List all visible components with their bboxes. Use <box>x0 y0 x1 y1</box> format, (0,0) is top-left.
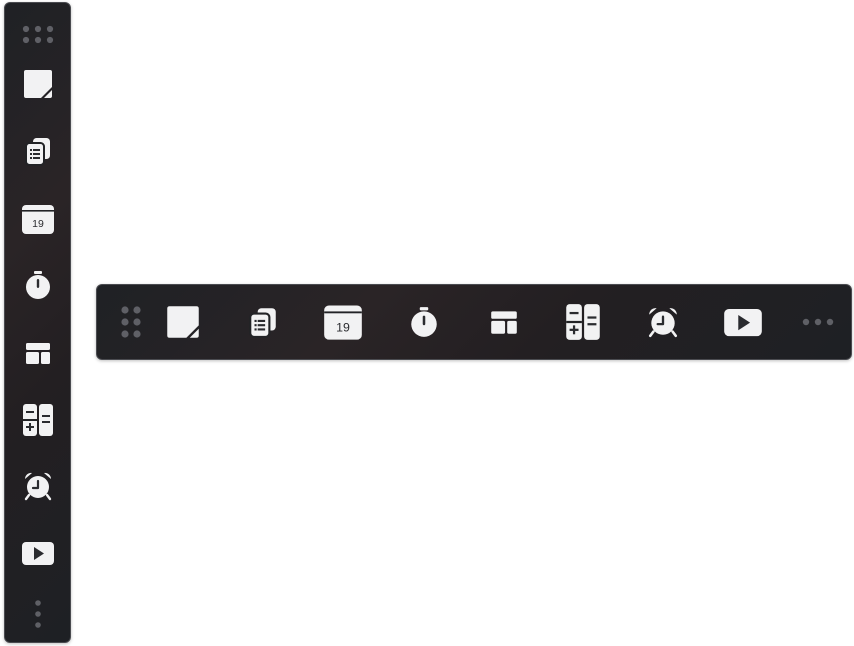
vertical-toolbar: 19 <box>4 2 71 643</box>
play-video-button[interactable] <box>18 533 58 573</box>
alarm-clock-button[interactable] <box>18 466 58 506</box>
stopwatch-button[interactable] <box>18 265 58 305</box>
calendar-day-number: 19 <box>336 320 350 334</box>
drag-handle-grip-icon[interactable] <box>111 302 151 342</box>
alarm-clock-icon <box>648 308 678 338</box>
layout-icon <box>26 343 50 364</box>
play-video-icon <box>22 542 54 565</box>
layout-icon <box>491 311 517 334</box>
play-video-icon <box>724 309 762 337</box>
sticky-note-icon <box>167 306 199 338</box>
more-options-button[interactable] <box>18 595 58 635</box>
calendar-button[interactable]: 19 <box>18 199 58 239</box>
layout-button[interactable] <box>484 302 524 342</box>
calendar-button[interactable]: 19 <box>323 302 363 342</box>
layout-button[interactable] <box>18 333 58 373</box>
calculator-button[interactable] <box>18 400 58 440</box>
calendar-day-number: 19 <box>32 218 44 230</box>
horizontal-toolbar: 19 <box>96 284 852 360</box>
sticky-note-button[interactable] <box>18 64 58 104</box>
sticky-note-icon <box>24 70 52 98</box>
calendar-icon: 19 <box>324 305 362 340</box>
more-icon <box>802 318 834 326</box>
documents-button[interactable] <box>18 131 58 171</box>
documents-icon <box>249 308 276 338</box>
more-options-button[interactable] <box>798 302 838 342</box>
play-video-button[interactable] <box>723 302 763 342</box>
alarm-clock-icon <box>24 472 52 501</box>
documents-icon <box>25 138 50 166</box>
calculator-icon <box>566 304 600 340</box>
calendar-icon: 19 <box>22 205 54 234</box>
stopwatch-button[interactable] <box>404 302 444 342</box>
alarm-clock-button[interactable] <box>643 302 683 342</box>
calculator-button[interactable] <box>563 302 603 342</box>
documents-button[interactable] <box>243 302 283 342</box>
sticky-note-button[interactable] <box>163 302 203 342</box>
more-icon <box>35 600 41 628</box>
calculator-icon <box>23 404 53 436</box>
stopwatch-icon <box>411 307 437 337</box>
drag-handle-grip-icon[interactable] <box>18 16 58 52</box>
stopwatch-icon <box>26 271 50 299</box>
